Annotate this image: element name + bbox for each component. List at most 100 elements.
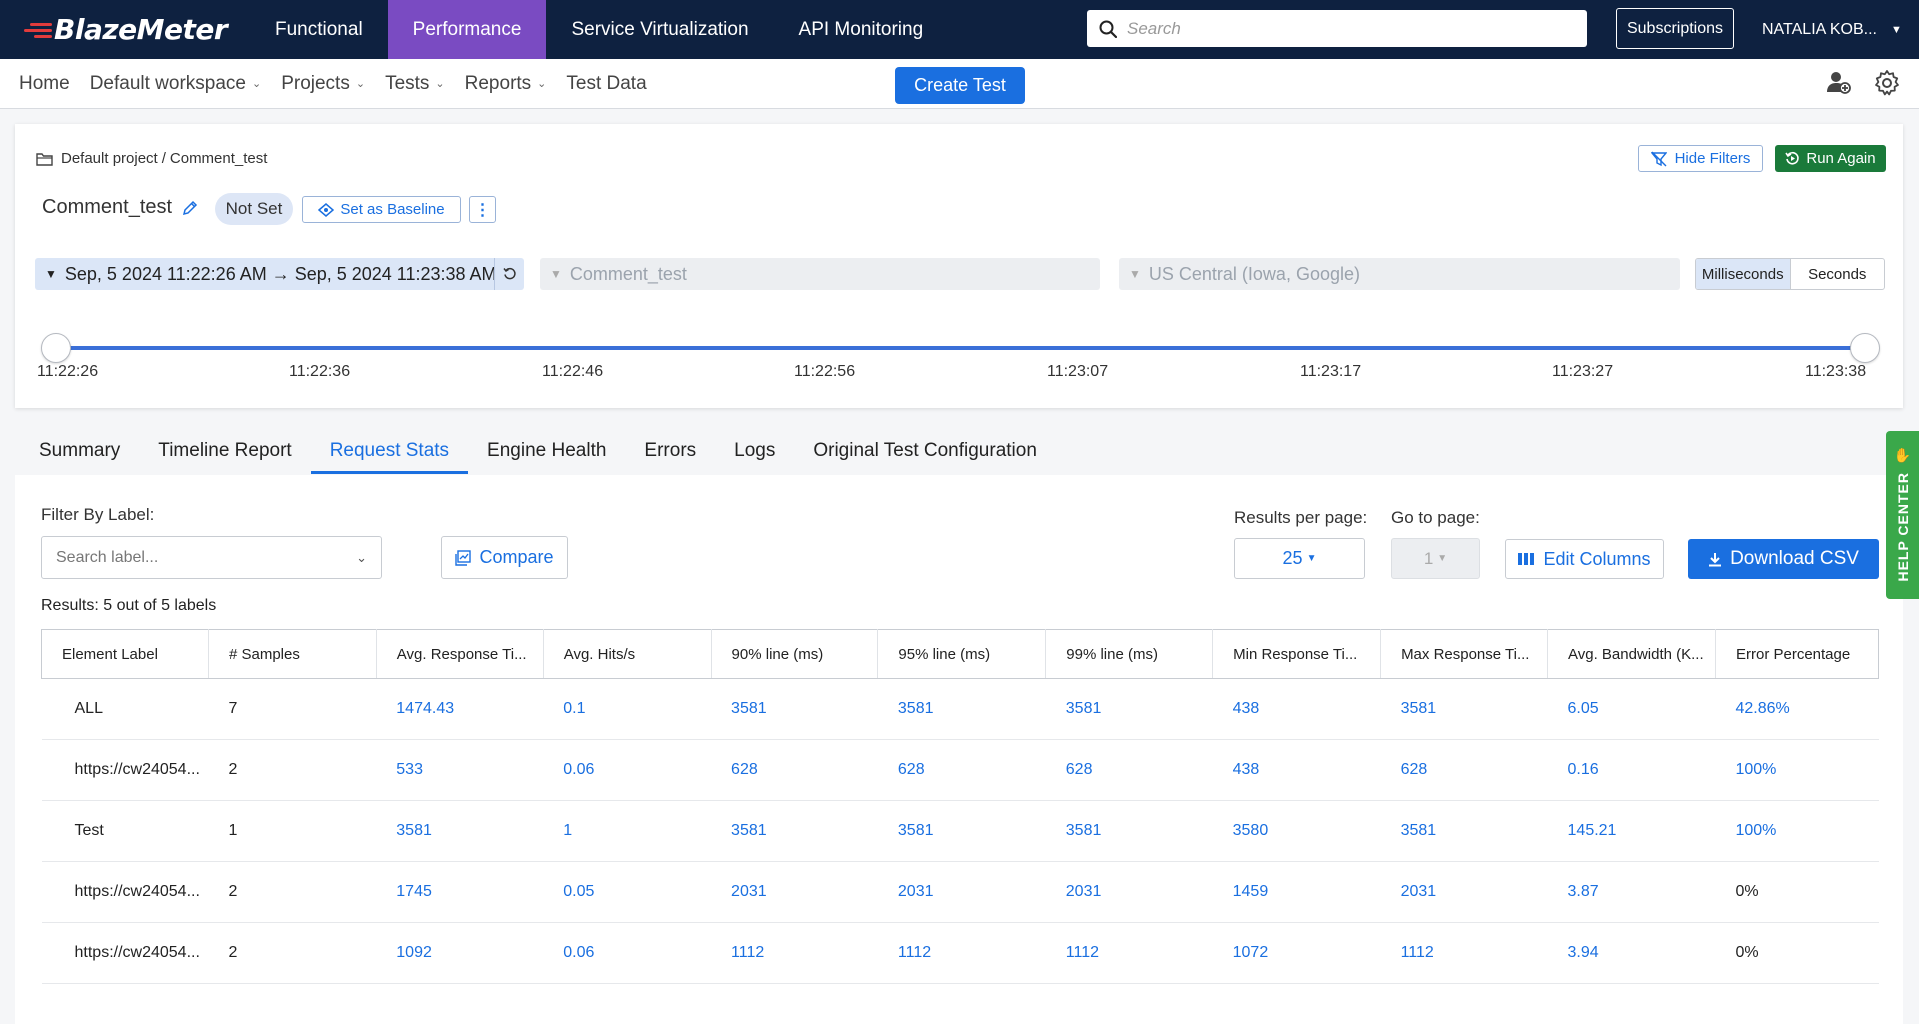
cell-avg-response-time[interactable]: 1474.43	[376, 678, 544, 740]
cell-avg-response-time[interactable]: 1745	[376, 861, 544, 923]
cell-max-response-time[interactable]: 3581	[1380, 800, 1548, 862]
cell-avg-bandwidth[interactable]: 6.05	[1547, 678, 1716, 740]
cell-90-line[interactable]: 3581	[711, 678, 878, 740]
help-center-tab[interactable]: ✋ HELP CENTER	[1886, 431, 1919, 599]
more-options-button[interactable]: ⋮	[469, 196, 496, 223]
download-csv-button[interactable]: Download CSV	[1688, 539, 1879, 579]
nav-api-monitoring[interactable]: API Monitoring	[774, 0, 949, 59]
cell-avg-hits[interactable]: 0.06	[543, 739, 712, 801]
tab-engine-health[interactable]: Engine Health	[468, 424, 625, 474]
cell-99-line[interactable]: 3581	[1045, 800, 1213, 862]
compare-button[interactable]: Compare	[441, 536, 568, 579]
cell-max-response-time[interactable]: 2031	[1380, 861, 1548, 923]
cell-min-response-time[interactable]: 438	[1212, 739, 1381, 801]
cell-avg-bandwidth[interactable]: 3.94	[1547, 922, 1716, 984]
nav-test-data[interactable]: Test Data	[556, 73, 656, 95]
cell-avg-bandwidth[interactable]: 0.16	[1547, 739, 1716, 801]
tab-summary[interactable]: Summary	[20, 424, 139, 474]
add-user-icon[interactable]	[1825, 69, 1851, 95]
cell-avg-bandwidth[interactable]: 3.87	[1547, 861, 1716, 923]
timeline-start-handle[interactable]	[41, 333, 71, 363]
cell-avg-response-time[interactable]: 1092	[376, 922, 544, 984]
edit-columns-button[interactable]: Edit Columns	[1505, 539, 1664, 579]
cell-min-response-time[interactable]: 1459	[1212, 861, 1381, 923]
set-baseline-button[interactable]: Set as Baseline	[302, 196, 461, 223]
tab-original-test-configuration[interactable]: Original Test Configuration	[794, 424, 1056, 474]
cell-avg-bandwidth[interactable]: 145.21	[1547, 800, 1716, 862]
unit-milliseconds-button[interactable]: Milliseconds	[1696, 259, 1791, 289]
user-menu[interactable]: NATALIA KOB... ▼	[1762, 0, 1902, 59]
cell-95-line[interactable]: 2031	[877, 861, 1046, 923]
tab-logs[interactable]: Logs	[715, 424, 794, 474]
cell-90-line[interactable]: 2031	[711, 861, 878, 923]
unit-seconds-button[interactable]: Seconds	[1791, 259, 1885, 289]
status-badge[interactable]: Not Set	[215, 193, 293, 225]
cell-avg-response-time[interactable]: 3581	[376, 800, 544, 862]
cell-90-line[interactable]: 628	[711, 739, 878, 801]
cell-95-line[interactable]: 3581	[877, 800, 1046, 862]
cell-90-line[interactable]: 3581	[711, 800, 878, 862]
breadcrumb-project[interactable]: Default project	[61, 150, 158, 167]
location-filter-select[interactable]: ▼ US Central (Iowa, Google)	[1119, 258, 1680, 290]
cell-95-line[interactable]: 628	[877, 739, 1046, 801]
nav-functional[interactable]: Functional	[250, 0, 388, 59]
nav-performance[interactable]: Performance	[387, 0, 547, 59]
cell-avg-hits[interactable]: 0.05	[543, 861, 712, 923]
hide-filters-button[interactable]: Hide Filters	[1638, 145, 1763, 172]
cell-error-percentage[interactable]: 100%	[1715, 800, 1879, 862]
column-header-error-percentage[interactable]: Error Percentage	[1715, 629, 1880, 679]
gear-icon[interactable]	[1873, 69, 1901, 97]
brand-logo[interactable]: BlazeMeter	[0, 0, 250, 59]
cell-99-line[interactable]: 3581	[1045, 678, 1213, 740]
column-header-element-label[interactable]: Element Label	[41, 629, 209, 679]
reset-range-button[interactable]	[494, 258, 524, 290]
timeline-end-handle[interactable]	[1850, 333, 1880, 363]
run-again-button[interactable]: Run Again	[1775, 145, 1886, 172]
edit-pencil-icon[interactable]	[182, 200, 198, 216]
nav-service-virtualization[interactable]: Service Virtualization	[546, 0, 773, 59]
go-to-page-select[interactable]: 1 ▼	[1391, 538, 1480, 579]
cell-99-line[interactable]: 628	[1045, 739, 1213, 801]
column-header-95-line[interactable]: 95% line (ms)	[877, 629, 1047, 679]
cell-avg-hits[interactable]: 0.06	[543, 922, 712, 984]
cell-min-response-time[interactable]: 1072	[1212, 922, 1381, 984]
cell-error-percentage[interactable]: 42.86%	[1715, 678, 1879, 740]
cell-95-line[interactable]: 3581	[877, 678, 1046, 740]
date-range-picker[interactable]: ▼ Sep, 5 2024 11:22:26 AM → Sep, 5 2024 …	[35, 258, 524, 290]
cell-avg-hits[interactable]: 1	[543, 800, 712, 862]
column-header-avg-response-time[interactable]: Avg. Response Ti...	[376, 629, 544, 679]
cell-90-line[interactable]: 1112	[711, 922, 878, 984]
column-header-avg-hits[interactable]: Avg. Hits/s	[543, 629, 712, 679]
cell-max-response-time[interactable]: 3581	[1380, 678, 1548, 740]
tab-timeline-report[interactable]: Timeline Report	[139, 424, 310, 474]
cell-99-line[interactable]: 2031	[1045, 861, 1213, 923]
cell-min-response-time[interactable]: 3580	[1212, 800, 1381, 862]
tab-errors[interactable]: Errors	[625, 424, 715, 474]
column-header-99-line[interactable]: 99% line (ms)	[1045, 629, 1214, 679]
tab-request-stats[interactable]: Request Stats	[310, 424, 469, 474]
column-header-min-response-time[interactable]: Min Response Ti...	[1212, 629, 1382, 679]
cell-95-line[interactable]: 1112	[877, 922, 1046, 984]
cell-max-response-time[interactable]: 1112	[1380, 922, 1548, 984]
column-header-max-response-time[interactable]: Max Response Ti...	[1380, 629, 1549, 679]
cell-99-line[interactable]: 1112	[1045, 922, 1213, 984]
breadcrumb-test[interactable]: Comment_test	[170, 150, 268, 167]
column-header-90-line[interactable]: 90% line (ms)	[711, 629, 879, 679]
cell-min-response-time[interactable]: 438	[1212, 678, 1381, 740]
scenario-filter-select[interactable]: ▼ Comment_test	[540, 258, 1100, 290]
nav-tests-dropdown[interactable]: Tests ⌄	[375, 73, 455, 95]
cell-max-response-time[interactable]: 628	[1380, 739, 1548, 801]
label-search-select[interactable]: Search label... ⌄	[41, 536, 382, 579]
create-test-button[interactable]: Create Test	[895, 67, 1025, 104]
nav-workspace-dropdown[interactable]: Default workspace ⌄	[80, 73, 272, 95]
nav-projects-dropdown[interactable]: Projects ⌄	[271, 73, 375, 95]
subscriptions-button[interactable]: Subscriptions	[1616, 8, 1734, 49]
cell-avg-hits[interactable]: 0.1	[543, 678, 712, 740]
search-input[interactable]	[1127, 18, 1567, 39]
cell-error-percentage[interactable]: 100%	[1715, 739, 1879, 801]
column-header-samples[interactable]: # Samples	[208, 629, 377, 679]
timeline-range-track[interactable]	[58, 346, 1868, 350]
cell-avg-response-time[interactable]: 533	[376, 739, 544, 801]
nav-reports-dropdown[interactable]: Reports ⌄	[455, 73, 557, 95]
results-per-page-select[interactable]: 25 ▼	[1234, 538, 1365, 579]
